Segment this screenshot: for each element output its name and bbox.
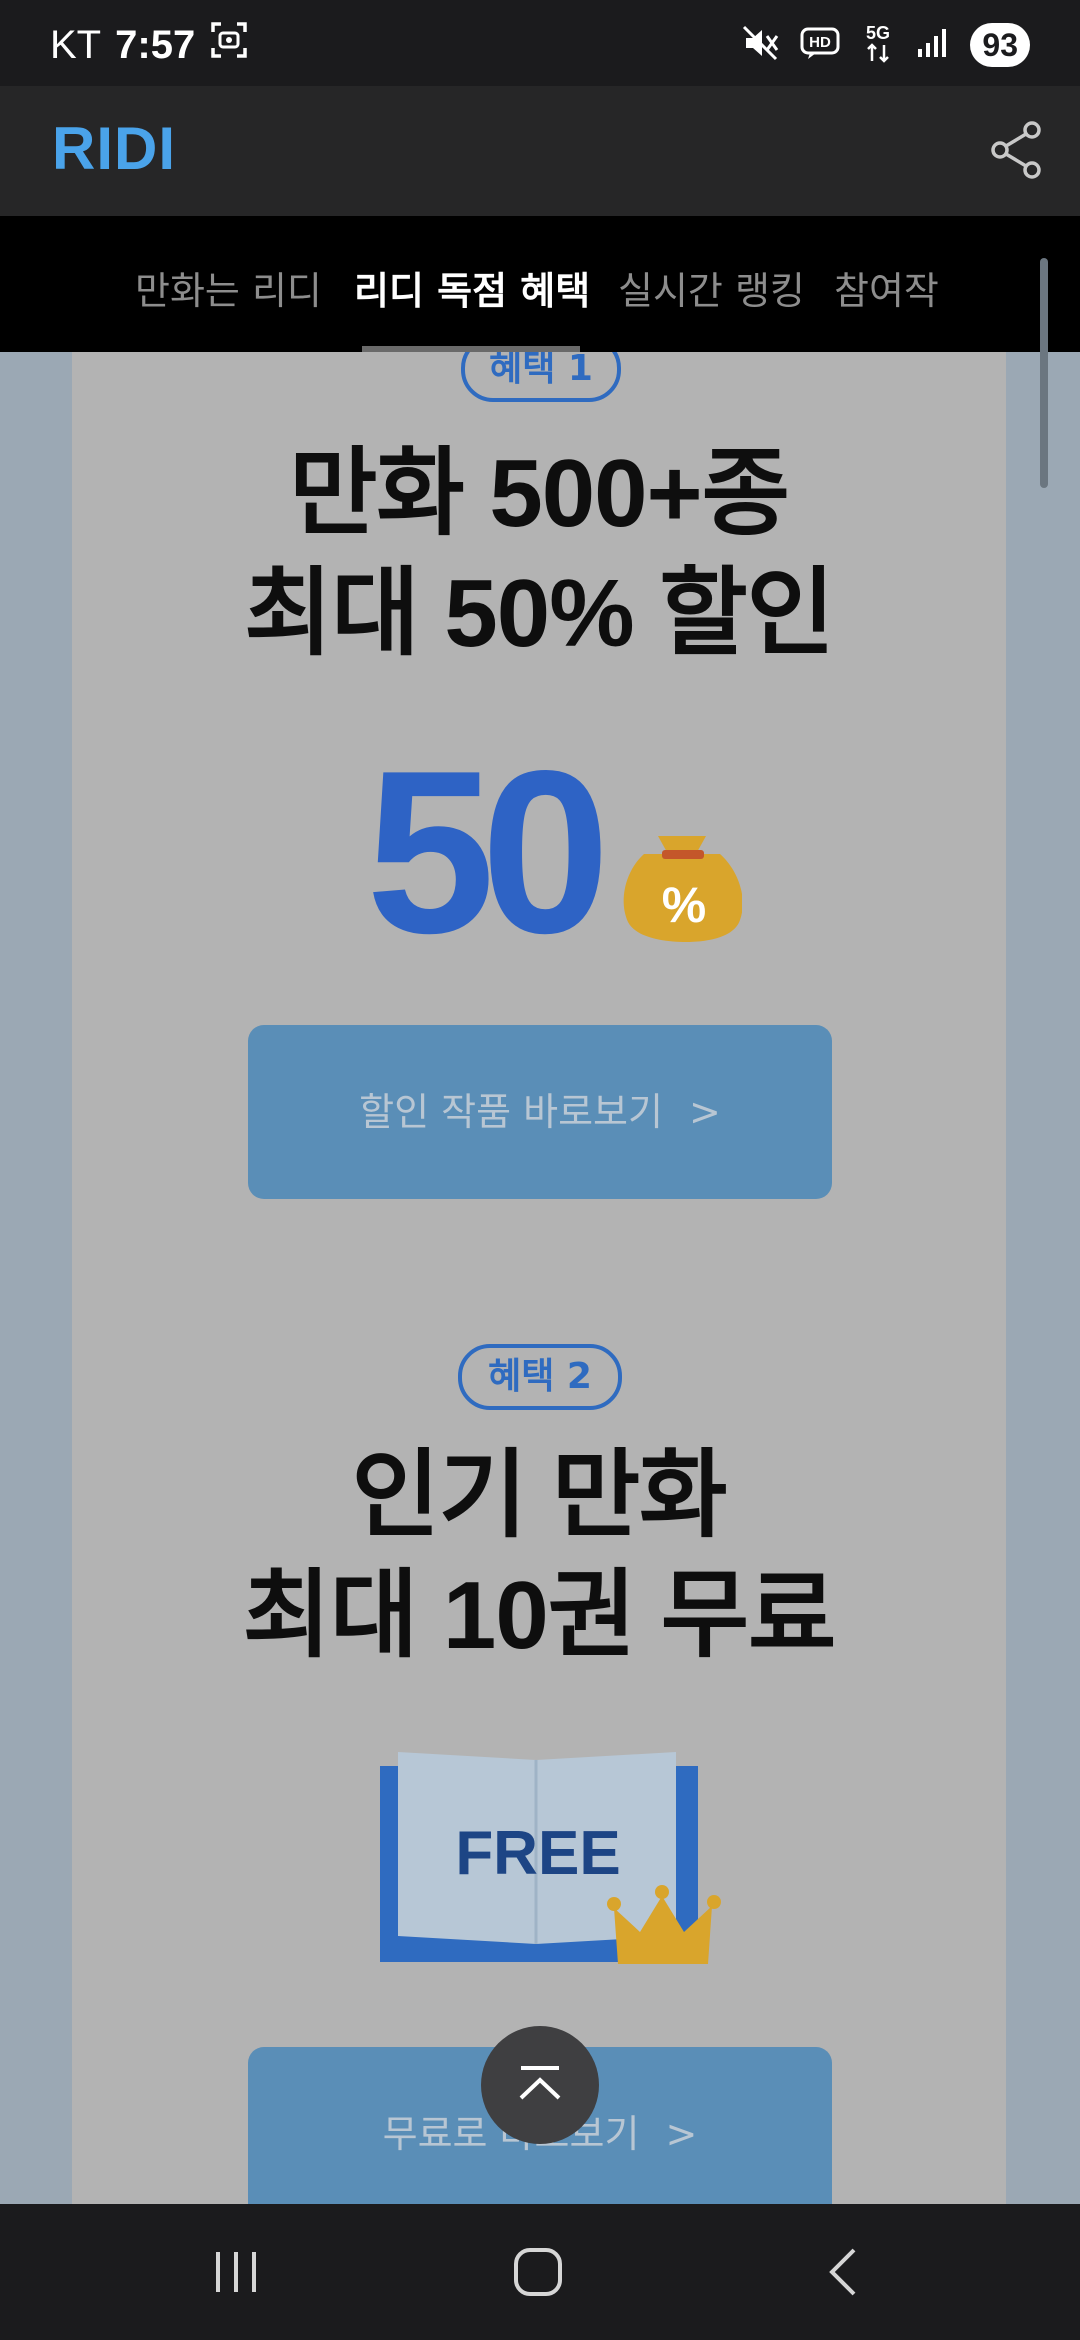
share-button[interactable] [986, 118, 1050, 182]
app-header: RIDI [0, 86, 1080, 216]
status-bar: KT 7:57 HD 5G 93 [0, 0, 1080, 86]
hd-voice-icon: HD [800, 25, 840, 65]
chevron-right-icon: > [665, 2112, 698, 2156]
chevron-right-icon: > [689, 1090, 721, 1134]
page-scrollbar[interactable] [1040, 258, 1048, 488]
benefit-1-title-line1: 만화 500+종 [289, 440, 790, 547]
status-right: HD 5G 93 [740, 20, 1030, 70]
scroll-to-top-button[interactable] [481, 2026, 599, 2144]
main-content: 혜택 1 만화 500+종 최대 50% 할인 50 % 할인 작품 바로보기 … [0, 352, 1080, 2204]
tab-ridi-exclusive[interactable]: 리디 독점 혜택 [354, 260, 590, 315]
screenshot-icon [209, 20, 249, 70]
system-nav-bar [0, 2204, 1080, 2340]
tab-participating[interactable]: 참여작 [834, 260, 939, 315]
benefit-2-badge: 혜택 2 [458, 1344, 622, 1410]
mute-icon [740, 23, 780, 67]
benefit-2-title-line2: 최대 10권 무료 [242, 1562, 837, 1669]
network-label: 5G [866, 23, 890, 43]
benefit-2-title-line1: 인기 만화 [351, 1442, 728, 1549]
benefit-1-badge: 혜택 1 [461, 352, 621, 402]
carrier-label: KT [50, 22, 102, 67]
discount-cta-label: 할인 작품 바로보기 [359, 1090, 663, 1134]
ridi-logo[interactable]: RIDI [52, 114, 176, 183]
hd-label: HD [810, 34, 832, 51]
chevron-up-icon [519, 2066, 561, 2100]
clock: 7:57 [115, 22, 196, 67]
back-button[interactable] [816, 2244, 872, 2304]
signal-icon [916, 25, 950, 65]
tab-realtime-ranking[interactable]: 실시간 랭킹 [618, 260, 805, 315]
benefits-card: 혜택 1 만화 500+종 최대 50% 할인 50 % 할인 작품 바로보기 … [72, 352, 1006, 2204]
home-button[interactable] [508, 2242, 572, 2306]
share-icon [991, 121, 1041, 179]
discount-cta-button[interactable]: 할인 작품 바로보기 > [248, 1025, 832, 1199]
tab-ridi-comics[interactable]: 만화는 리디 [135, 260, 322, 315]
network-5g-icon: 5G [860, 21, 896, 69]
money-bag-percent: % [662, 877, 706, 933]
status-left: KT 7:57 [50, 20, 249, 70]
recent-apps-button[interactable] [204, 2244, 268, 2304]
graphic-50-text: 50 [366, 750, 601, 950]
battery-indicator: 93 [970, 23, 1030, 67]
tab-bar: 만화는 리디 리디 독점 혜택 실시간 랭킹 참여작 [0, 216, 1080, 488]
recent-apps-icon [216, 2252, 256, 2292]
back-icon [829, 2248, 856, 2296]
free-book-graphic: FREE [380, 1752, 721, 1964]
home-icon [514, 2248, 562, 2296]
money-bag-icon: % [623, 836, 742, 942]
free-label: FREE [455, 1819, 620, 1888]
benefit-1-title-line2: 최대 50% 할인 [244, 560, 835, 667]
discount-50-graphic: 50 % [366, 750, 742, 950]
